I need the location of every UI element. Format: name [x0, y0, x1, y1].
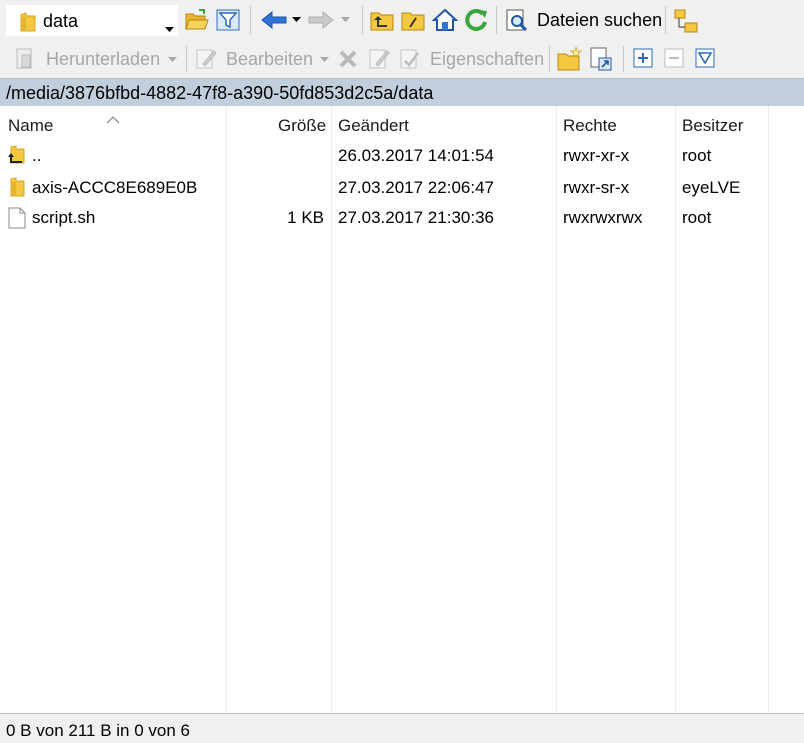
file-rights: rwxr-xr-x: [563, 146, 630, 165]
new-folder-icon: [557, 46, 583, 71]
new-folder-button[interactable]: [556, 45, 584, 73]
location-combobox[interactable]: data: [6, 5, 178, 36]
edit-dropdown[interactable]: [318, 54, 330, 66]
download-icon: [16, 48, 32, 69]
search-icon: [506, 9, 528, 32]
file-name: ..: [32, 146, 42, 165]
edit-icon: [196, 49, 217, 69]
folder-icon: [20, 12, 36, 37]
forward-arrow-icon: [308, 11, 334, 29]
shortcut-icon: [590, 47, 612, 71]
home-icon: [432, 8, 458, 31]
find-files-label[interactable]: Dateien suchen: [537, 10, 662, 31]
back-history-dropdown[interactable]: [290, 14, 302, 26]
toolbar-separator: [549, 46, 550, 72]
parent-folder-icon: [8, 145, 26, 170]
table-row[interactable]: script.sh 1 KB 27.03.2017 21:30:36 rwxrw…: [0, 204, 804, 234]
refresh-icon: [465, 8, 487, 31]
forward-history-dropdown[interactable]: [339, 14, 351, 26]
root-folder-icon: [401, 12, 425, 31]
parent-folder-icon: [370, 12, 394, 31]
tree-view-button[interactable]: [672, 7, 700, 35]
filter-select-button[interactable]: [693, 46, 717, 70]
toolbar-separator: [250, 6, 251, 34]
download-button[interactable]: Herunterladen: [46, 49, 160, 70]
back-arrow-icon: [261, 11, 287, 29]
edit-button[interactable]: Bearbeiten: [226, 49, 313, 70]
find-files-button[interactable]: [503, 8, 531, 34]
root-directory-button[interactable]: [400, 7, 426, 33]
select-files-button[interactable]: [631, 46, 655, 70]
column-header-size[interactable]: Größe: [278, 116, 326, 136]
rename-button[interactable]: [366, 46, 392, 72]
properties-icon-button[interactable]: [397, 46, 423, 72]
edit-icon-button[interactable]: [193, 46, 219, 72]
download-dropdown[interactable]: [166, 54, 178, 66]
toolbar-separator: [665, 6, 666, 34]
home-directory-button[interactable]: [431, 6, 459, 34]
file-name: script.sh: [32, 208, 96, 227]
file-rights: rwxrwxrwx: [563, 208, 643, 227]
file-owner: root: [682, 146, 712, 165]
folder-icon: [8, 177, 26, 202]
location-value: data: [43, 11, 79, 31]
new-link-button[interactable]: [587, 45, 615, 73]
chevron-down-icon: [167, 57, 177, 62]
column-header-name[interactable]: Name: [8, 116, 53, 136]
refresh-button[interactable]: [462, 6, 490, 34]
file-rights: rwxr-sr-x: [563, 178, 630, 197]
file-modified: 27.03.2017 22:06:47: [338, 178, 494, 197]
parent-directory-button[interactable]: [369, 7, 395, 33]
delete-button[interactable]: [336, 46, 360, 72]
column-header-modified[interactable]: Geändert: [338, 116, 409, 136]
filter-button[interactable]: [215, 7, 241, 33]
toolbar-separator: [623, 46, 624, 72]
chevron-down-icon[interactable]: [165, 18, 174, 38]
chevron-down-icon: [340, 17, 350, 22]
plus-icon: [633, 48, 653, 68]
path-bar[interactable]: /media/3876bfbd-4882-47f8-a390-50fd853d2…: [0, 78, 804, 106]
file-list: Name Größe Geändert Rechte Besitzer .. 2…: [0, 106, 804, 714]
open-folder-icon: [185, 9, 209, 30]
filter-icon: [216, 9, 240, 31]
properties-button[interactable]: Eigenschaften: [430, 49, 544, 70]
current-path: /media/3876bfbd-4882-47f8-a390-50fd853d2…: [6, 83, 434, 103]
main-toolbar: data Dateien suchen: [0, 0, 804, 40]
table-row[interactable]: .. 26.03.2017 14:01:54 rwxr-xr-x root: [0, 142, 804, 172]
file-icon: [8, 207, 26, 234]
sort-ascending-icon: [106, 109, 120, 129]
chevron-down-icon: [319, 57, 329, 62]
file-modified: 27.03.2017 21:30:36: [338, 208, 494, 227]
table-row[interactable]: axis-ACCC8E689E0B 27.03.2017 22:06:47 rw…: [0, 174, 804, 204]
file-name: axis-ACCC8E689E0B: [32, 178, 198, 197]
minus-icon: [664, 48, 684, 68]
toolbar-separator: [496, 6, 497, 34]
file-owner: root: [682, 208, 712, 227]
column-header-rights[interactable]: Rechte: [563, 116, 617, 136]
filter-icon: [695, 48, 715, 68]
file-size: 1 KB: [287, 208, 324, 227]
status-bar: 0 B von 211 B in 0 von 6: [0, 714, 804, 743]
open-folder-button[interactable]: [184, 7, 210, 33]
back-button[interactable]: [259, 8, 289, 32]
download-icon-button[interactable]: [12, 46, 38, 72]
file-owner: eyeLVE: [682, 178, 741, 197]
delete-x-icon: [339, 50, 357, 68]
folder-tree-icon: [674, 9, 698, 33]
toolbar-separator: [362, 6, 363, 34]
file-manager-window: data Dateien suchen Herunterladen Bearbe…: [0, 0, 804, 743]
rename-icon: [369, 49, 390, 69]
file-modified: 26.03.2017 14:01:54: [338, 146, 494, 165]
column-header-owner[interactable]: Besitzer: [682, 116, 743, 136]
properties-icon: [400, 49, 419, 69]
remote-toolbar: Herunterladen Bearbeiten Eigenschaften: [0, 40, 804, 78]
chevron-down-icon: [291, 17, 301, 22]
unselect-files-button[interactable]: [662, 46, 686, 70]
forward-button[interactable]: [306, 8, 336, 32]
toolbar-separator: [186, 46, 187, 72]
selection-status: 0 B von 211 B in 0 von 6: [6, 721, 190, 740]
